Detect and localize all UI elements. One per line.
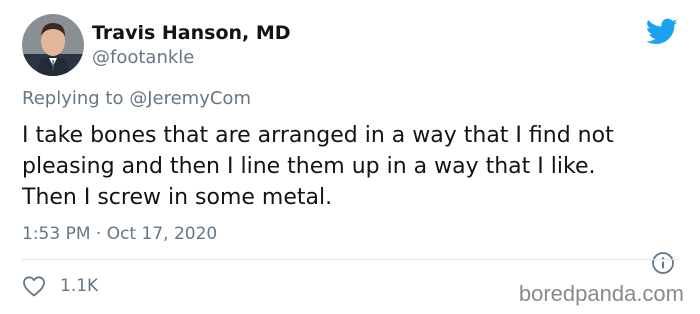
tweet-card: Travis Hanson, MD @footankle Replying to… bbox=[0, 0, 700, 314]
author-handle[interactable]: @footankle bbox=[92, 47, 194, 68]
author-display-name[interactable]: Travis Hanson, MD bbox=[92, 22, 291, 44]
avatar[interactable] bbox=[22, 14, 84, 76]
like-count[interactable]: 1.1K bbox=[60, 276, 98, 296]
info-icon[interactable] bbox=[651, 251, 675, 275]
tweet-timestamp[interactable]: 1:53 PM · Oct 17, 2020 bbox=[22, 224, 217, 244]
heart-icon[interactable] bbox=[22, 275, 46, 297]
replying-to-label: Replying to bbox=[22, 88, 124, 109]
watermark: boredpanda.com bbox=[518, 281, 684, 306]
replying-to: Replying to @JeremyCom bbox=[22, 88, 251, 109]
tweet-text-line: I take bones that are arranged in a way … bbox=[22, 123, 614, 148]
tweet-text: I take bones that are arranged in a way … bbox=[22, 120, 682, 213]
tweet-text-line: pleasing and then I line them up in a wa… bbox=[22, 154, 596, 179]
reply-mention-link[interactable]: @JeremyCom bbox=[129, 88, 251, 109]
divider bbox=[22, 259, 680, 260]
tweet-text-line: Then I screw in some metal. bbox=[22, 185, 333, 210]
avatar-photo-icon bbox=[22, 14, 84, 76]
twitter-bird-icon[interactable] bbox=[645, 18, 678, 46]
